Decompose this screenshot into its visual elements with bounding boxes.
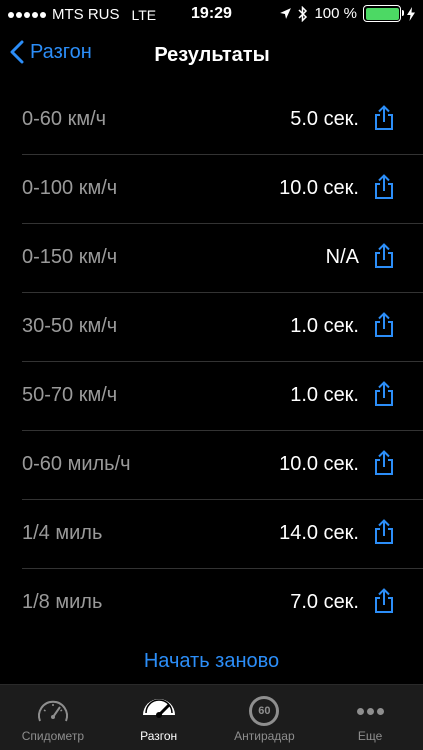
- result-value: 10.0 сек.: [279, 177, 359, 199]
- result-label: 1/4 миль: [22, 522, 103, 544]
- charging-icon: [407, 6, 415, 21]
- result-label: 0-60 миль/ч: [22, 453, 131, 475]
- result-row: 0-100 км/ч 10.0 сек.: [0, 155, 423, 224]
- speedometer-icon: [37, 700, 68, 722]
- tab-more[interactable]: Еще: [317, 685, 423, 750]
- tab-label: Антирадар: [234, 729, 295, 743]
- share-icon[interactable]: [373, 243, 395, 269]
- battery-icon: [363, 5, 404, 22]
- result-row: 50-70 км/ч 1.0 сек.: [0, 362, 423, 431]
- result-label: 30-50 км/ч: [22, 315, 118, 337]
- status-bar: MTS RUS LTE 19:29 100 %: [0, 0, 423, 28]
- battery-fill: [365, 7, 399, 20]
- result-label: 0-150 км/ч: [22, 246, 118, 268]
- share-icon[interactable]: [373, 588, 395, 614]
- result-value: 5.0 сек.: [290, 108, 359, 130]
- tab-speedometer[interactable]: Спидометр: [0, 685, 106, 750]
- share-icon[interactable]: [373, 519, 395, 545]
- location-arrow-icon: [280, 8, 292, 19]
- share-icon[interactable]: [373, 381, 395, 407]
- result-row: 0-60 км/ч 5.0 сек.: [0, 86, 423, 155]
- share-icon[interactable]: [373, 450, 395, 476]
- result-value: 10.0 сек.: [279, 453, 359, 475]
- more-icon: [356, 707, 384, 715]
- tab-acceleration[interactable]: Разгон: [106, 685, 212, 750]
- tab-antiradar[interactable]: 60 Антирадар: [212, 685, 318, 750]
- share-icon[interactable]: [373, 105, 395, 131]
- result-row: 0-150 км/ч N/A: [0, 224, 423, 293]
- result-row: 0-60 миль/ч 10.0 сек.: [0, 431, 423, 500]
- result-row: 1/4 миль 14.0 сек.: [0, 500, 423, 569]
- tab-bar: Спидометр Разгон 60 Антирадар Еще: [0, 684, 423, 750]
- restart-button[interactable]: Начать заново: [0, 650, 423, 673]
- share-icon[interactable]: [373, 174, 395, 200]
- battery-percent: 100 %: [314, 5, 357, 22]
- result-label: 0-60 км/ч: [22, 108, 107, 130]
- result-row: 30-50 км/ч 1.0 сек.: [0, 293, 423, 362]
- results-list: 0-60 км/ч 5.0 сек. 0-100 км/ч 10.0 сек. …: [0, 86, 423, 638]
- tab-label: Спидометр: [21, 729, 84, 743]
- result-row: 1/8 миль 7.0 сек.: [0, 569, 423, 638]
- acceleration-icon: [142, 699, 175, 718]
- result-value: 1.0 сек.: [290, 384, 359, 406]
- result-label: 50-70 км/ч: [22, 384, 118, 406]
- status-right: 100 %: [279, 5, 415, 22]
- result-label: 1/8 миль: [22, 591, 103, 613]
- result-value: 1.0 сек.: [290, 315, 359, 337]
- tab-label: Разгон: [140, 729, 178, 743]
- tab-label: Еще: [357, 729, 383, 743]
- share-icon[interactable]: [373, 312, 395, 338]
- bluetooth-icon: [298, 5, 308, 22]
- page-title: Результаты: [154, 44, 270, 66]
- result-value: 7.0 сек.: [290, 591, 359, 613]
- navigation-bar: Разгон Результаты: [0, 30, 423, 84]
- result-value: 14.0 сек.: [279, 522, 359, 544]
- speed-limit-icon: 60: [249, 696, 280, 726]
- result-label: 0-100 км/ч: [22, 177, 118, 199]
- result-value: N/A: [325, 246, 359, 268]
